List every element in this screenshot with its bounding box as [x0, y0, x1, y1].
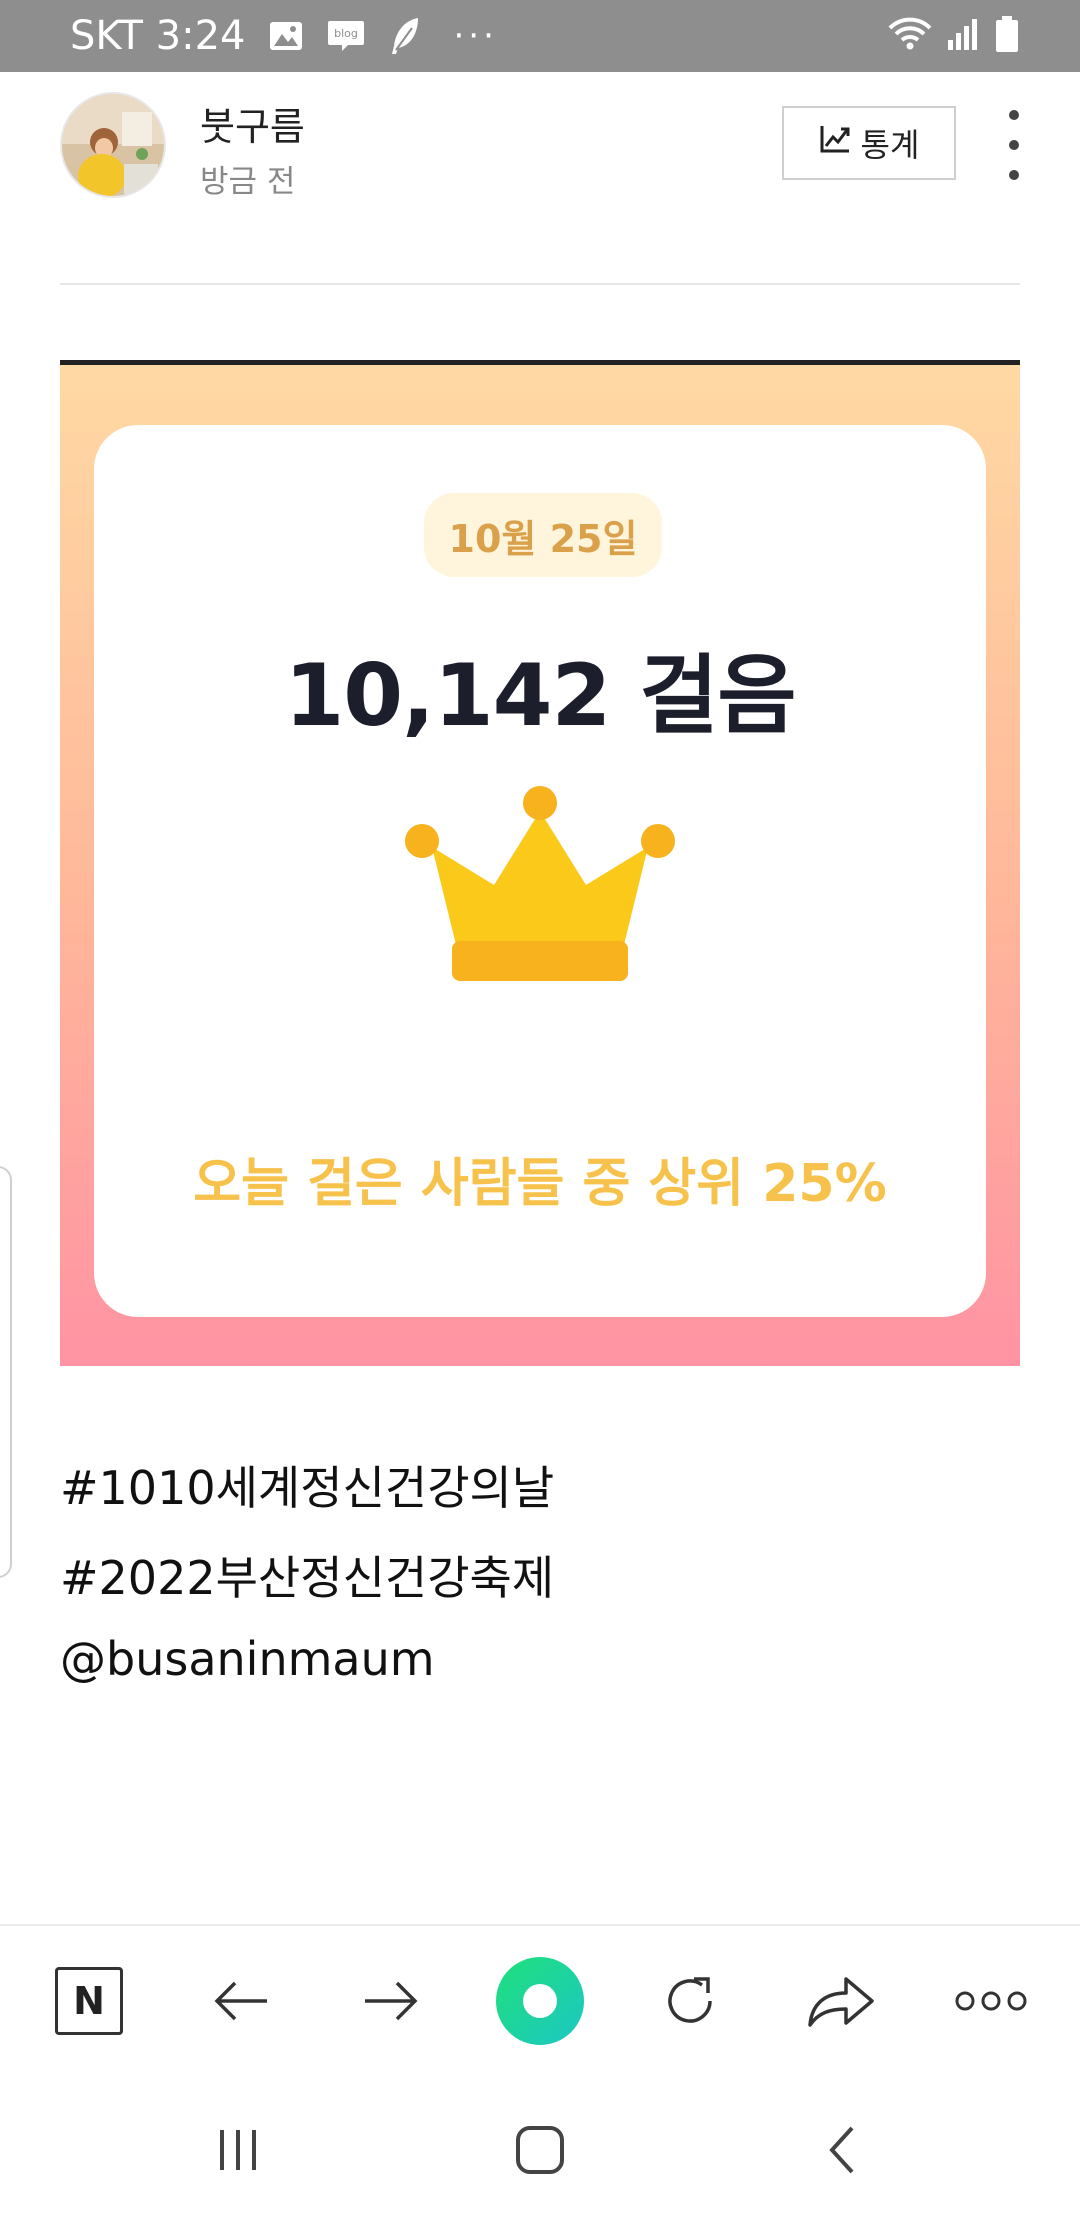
image-icon [268, 20, 304, 52]
mention-link[interactable]: @busaninmaum [60, 1632, 435, 1686]
naver-home-label: N [73, 1979, 105, 2023]
signal-icon [946, 16, 980, 56]
status-bar: SKT 3:24 blog ··· [0, 0, 1080, 72]
rank-text: 오늘 걸은 사람들 중 상위 25% [193, 1154, 887, 1214]
share-icon[interactable] [796, 1956, 886, 2046]
carrier-time: SKT 3:24 [70, 13, 246, 59]
svg-text:blog: blog [334, 27, 358, 40]
side-panel-handle[interactable] [0, 1166, 12, 1578]
stats-button[interactable]: 통계 [782, 106, 956, 180]
status-right [888, 0, 1020, 72]
status-left: SKT 3:24 blog ··· [70, 0, 498, 72]
stats-label: 통계 [860, 126, 920, 164]
author-avatar[interactable] [60, 92, 166, 198]
recent-apps-icon[interactable] [198, 2110, 278, 2190]
battery-icon [994, 15, 1020, 57]
date-badge: 10월 25일 [424, 493, 662, 577]
home-icon[interactable] [500, 2110, 580, 2190]
post-time: 방금 전 [200, 164, 296, 200]
wifi-icon [888, 16, 932, 56]
step-count: 10,142 걸음 [284, 646, 796, 746]
step-card: 10월 25일 10,142 걸음 오늘 걸은 사람들 중 상위 25% [94, 425, 986, 1317]
crown-icon [404, 781, 676, 1011]
author-name[interactable]: 붓구름 [200, 96, 305, 151]
hashtag-1[interactable]: #1010세계정신건강의날 [60, 1452, 554, 1518]
feather-icon [388, 16, 422, 56]
more-icon[interactable] [946, 1956, 1036, 2046]
blog-icon: blog [326, 19, 366, 53]
browser-toolbar: N [0, 1924, 1080, 2080]
post-image[interactable]: 10월 25일 10,142 걸음 오늘 걸은 사람들 중 상위 25% [60, 360, 1020, 1366]
forward-arrow-icon[interactable] [346, 1956, 436, 2046]
green-dot-button[interactable] [495, 1956, 585, 2046]
system-nav-bar [0, 2080, 1080, 2220]
naver-home-icon[interactable]: N [44, 1956, 134, 2046]
stats-chart-icon [819, 124, 851, 162]
back-arrow-icon[interactable] [196, 1956, 286, 2046]
status-more-indicator: ··· [453, 16, 498, 56]
hashtag-2[interactable]: #2022부산정신건강축제 [60, 1542, 554, 1608]
header-divider [60, 283, 1020, 285]
back-icon[interactable] [802, 2110, 882, 2190]
refresh-icon[interactable] [645, 1956, 735, 2046]
more-options-icon[interactable] [1000, 110, 1028, 180]
